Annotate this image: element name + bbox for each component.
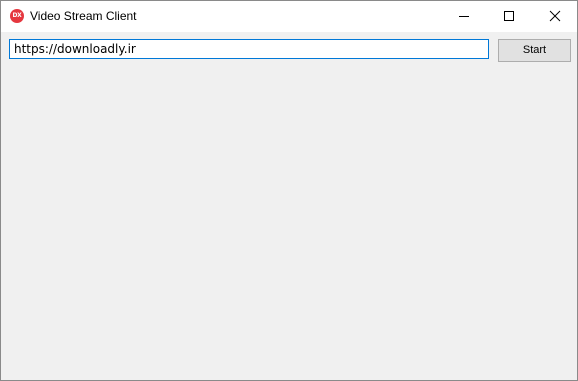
maximize-button[interactable] [486,1,532,32]
start-button[interactable]: Start [498,39,571,62]
close-button[interactable] [532,1,577,32]
app-icon: DX [10,9,24,23]
app-window: DX Video Stream Client Start [0,0,578,381]
client-area [1,32,577,380]
close-icon [549,10,561,22]
minimize-icon [459,16,469,17]
minimize-button[interactable] [440,1,486,32]
title-bar[interactable]: DX Video Stream Client [1,1,577,32]
maximize-icon [504,11,514,21]
url-input[interactable] [9,39,489,59]
window-title: Video Stream Client [30,9,137,23]
